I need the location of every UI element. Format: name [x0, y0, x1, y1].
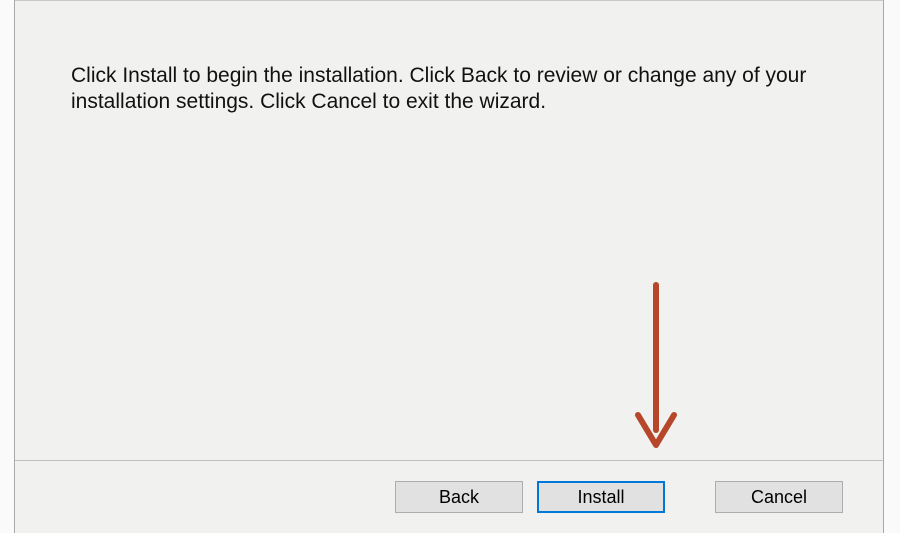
- back-button[interactable]: Back: [395, 481, 523, 513]
- wizard-content-area: Click Install to begin the installation.…: [15, 0, 883, 460]
- instruction-text: Click Install to begin the installation.…: [71, 63, 813, 116]
- install-button[interactable]: Install: [537, 481, 665, 513]
- wizard-button-bar: Back Install Cancel: [15, 461, 883, 533]
- wizard-dialog-frame: Click Install to begin the installation.…: [14, 0, 884, 533]
- cancel-button[interactable]: Cancel: [715, 481, 843, 513]
